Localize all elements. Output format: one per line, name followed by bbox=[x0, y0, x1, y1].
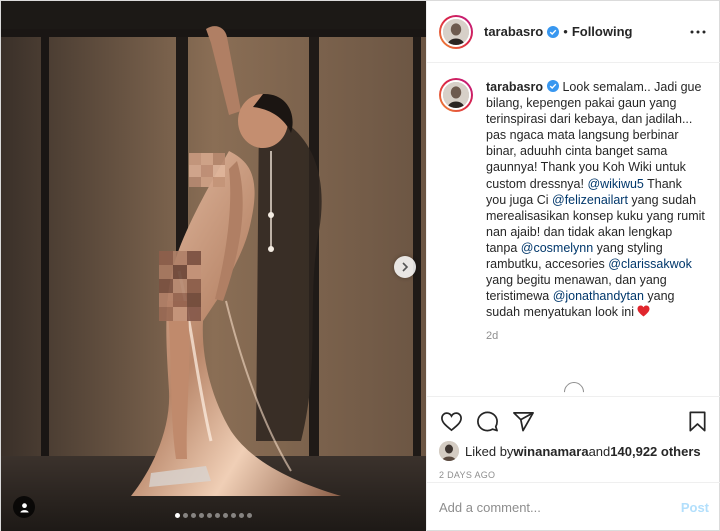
more-options-icon bbox=[690, 30, 706, 33]
share-icon bbox=[512, 411, 534, 431]
caption-part: Look semalam.. Jadi gue bilang, kepengen… bbox=[486, 80, 702, 191]
header-separator: • bbox=[563, 24, 568, 39]
post-media[interactable] bbox=[1, 1, 426, 531]
more-options-button[interactable] bbox=[687, 21, 709, 43]
liker-avatar[interactable] bbox=[439, 441, 459, 461]
carousel-dot bbox=[231, 513, 236, 518]
carousel-dot bbox=[199, 513, 204, 518]
author-avatar[interactable] bbox=[439, 14, 473, 49]
author-username[interactable]: tarabasro bbox=[484, 24, 543, 39]
post-header: tarabasro • Following bbox=[427, 1, 720, 63]
user-icon bbox=[19, 502, 29, 513]
likes-middle: and bbox=[588, 443, 611, 459]
share-button[interactable] bbox=[511, 409, 535, 433]
carousel-dot bbox=[191, 513, 196, 518]
like-button[interactable] bbox=[439, 409, 463, 433]
likes-count-link[interactable]: 140,922 others bbox=[610, 444, 700, 459]
comment-icon bbox=[476, 411, 498, 431]
post-actions-area: Liked by winanamara and 140,922 others 2… bbox=[427, 396, 720, 481]
caption-timestamp: 2d bbox=[486, 330, 499, 343]
carousel-dot bbox=[207, 513, 212, 518]
verified-badge-icon bbox=[547, 25, 560, 38]
post-sidebar: tarabasro • Following tarabasro Look sem… bbox=[426, 1, 720, 531]
caption-username[interactable]: tarabasro bbox=[486, 80, 543, 94]
carousel-indicators bbox=[1, 513, 426, 518]
comment-button[interactable] bbox=[475, 409, 499, 433]
likes-summary: Liked by winanamara and 140,922 others bbox=[439, 441, 709, 461]
carousel-dot bbox=[215, 513, 220, 518]
following-button[interactable]: Following bbox=[572, 24, 633, 39]
carousel-dot bbox=[175, 513, 180, 518]
mention-link[interactable]: @jonathandytan bbox=[553, 289, 644, 303]
carousel-dot bbox=[247, 513, 252, 518]
action-bar bbox=[439, 403, 709, 439]
avatar-image bbox=[439, 441, 459, 461]
mention-link[interactable]: @cosmelynn bbox=[521, 241, 593, 255]
mention-link[interactable]: @felizenailart bbox=[552, 193, 628, 207]
post-photo bbox=[1, 1, 426, 531]
comments-section: tarabasro Look semalam.. Jadi gue bilang… bbox=[427, 63, 720, 393]
save-button[interactable] bbox=[685, 409, 709, 433]
instagram-post: tarabasro • Following tarabasro Look sem… bbox=[0, 0, 720, 531]
caption-text: tarabasro Look semalam.. Jadi gue bilang… bbox=[486, 79, 705, 345]
verified-badge-icon bbox=[546, 80, 559, 92]
red-heart-emoji-icon bbox=[637, 305, 650, 317]
post-comment-button[interactable]: Post bbox=[681, 500, 709, 515]
carousel-dot bbox=[223, 513, 228, 518]
carousel-dot bbox=[183, 513, 188, 518]
caption-author-avatar[interactable] bbox=[439, 78, 473, 112]
carousel-dot bbox=[239, 513, 244, 518]
bookmark-icon bbox=[688, 411, 706, 431]
caption-row: tarabasro Look semalam.. Jadi gue bilang… bbox=[439, 78, 707, 345]
heart-icon bbox=[440, 411, 462, 431]
mention-link[interactable]: @wikiwu5 bbox=[587, 177, 643, 191]
comment-form: Post bbox=[427, 482, 720, 531]
next-photo-button[interactable] bbox=[394, 256, 416, 278]
chevron-right-icon bbox=[402, 262, 409, 272]
post-date[interactable]: 2 DAYS AGO bbox=[439, 470, 709, 480]
avatar-image bbox=[443, 82, 469, 108]
liker-username[interactable]: winanamara bbox=[513, 444, 588, 459]
likes-prefix: Liked by bbox=[465, 443, 514, 459]
avatar-image bbox=[443, 18, 469, 45]
comment-input[interactable] bbox=[439, 500, 681, 515]
mention-link[interactable]: @clarissakwok bbox=[608, 257, 692, 271]
